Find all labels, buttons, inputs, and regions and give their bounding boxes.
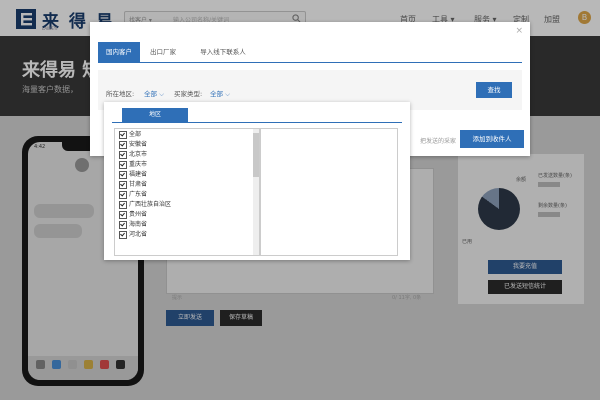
checkbox-checked-icon[interactable] [119,180,127,189]
region-item[interactable]: 甘肃省 [119,180,147,190]
region-item[interactable]: 福建省 [119,170,147,180]
region-item[interactable]: 安徽省 [119,140,147,150]
tab-export-manufacturers[interactable]: 出口厂家 [142,42,184,62]
tab-region[interactable]: 地区 [122,108,188,122]
checkbox-checked-icon[interactable] [119,210,127,219]
region-item[interactable]: 广东省 [119,190,147,200]
find-button[interactable]: 查找 [476,82,512,98]
region-item[interactable]: 海南省 [119,220,147,230]
checkbox-checked-icon[interactable] [119,170,127,179]
buyer-type-filter-select[interactable]: 全部 ⌵ [210,88,230,99]
close-icon[interactable]: × [515,26,523,36]
checkbox-checked-icon[interactable] [119,130,127,139]
add-to-recipients-button[interactable]: 添加到收件人 [460,130,524,148]
checkbox-checked-icon[interactable] [119,200,127,209]
checkbox-checked-icon[interactable] [119,150,127,159]
region-item[interactable]: 重庆市 [119,160,147,170]
checkbox-checked-icon[interactable] [119,190,127,199]
tab-import-offline-contacts[interactable]: 导入线下联系人 [188,42,258,62]
region-item[interactable]: 广西壮族自治区 [119,200,171,210]
region-list[interactable]: 全部 安徽省 北京市 重庆市 福建省 甘肃省 广东省 广西壮族自治区 贵州省 海… [114,128,260,256]
region-dropdown: 地区 全部 安徽省 北京市 重庆市 福建省 甘肃省 广东省 广西壮族自治区 贵州… [104,102,410,260]
region-item[interactable]: 河北省 [119,230,147,240]
buyer-type-filter-label: 买家类型: [174,90,203,98]
modal-tabs: 国内客户 出口厂家 导入线下联系人 [98,42,522,63]
checkbox-checked-icon[interactable] [119,140,127,149]
region-item[interactable]: 北京市 [119,150,147,160]
region-list-scrollbar[interactable] [253,129,259,255]
region-item[interactable]: 贵州省 [119,210,147,220]
checkbox-checked-icon[interactable] [119,230,127,239]
modal-footer-text: 把发送的采家 [420,138,457,145]
checkbox-checked-icon[interactable] [119,220,127,229]
region-filter-label: 所在地区: [106,90,135,98]
checkbox-checked-icon[interactable] [119,160,127,169]
region-item[interactable]: 全部 [119,130,141,140]
region-sub-list[interactable] [260,128,398,256]
tab-domestic-customers[interactable]: 国内客户 [98,42,140,62]
region-filter-select[interactable]: 全部 ⌵ [144,88,164,99]
region-tabbar: 地区 [112,108,402,123]
scrollbar-thumb[interactable] [253,133,259,177]
